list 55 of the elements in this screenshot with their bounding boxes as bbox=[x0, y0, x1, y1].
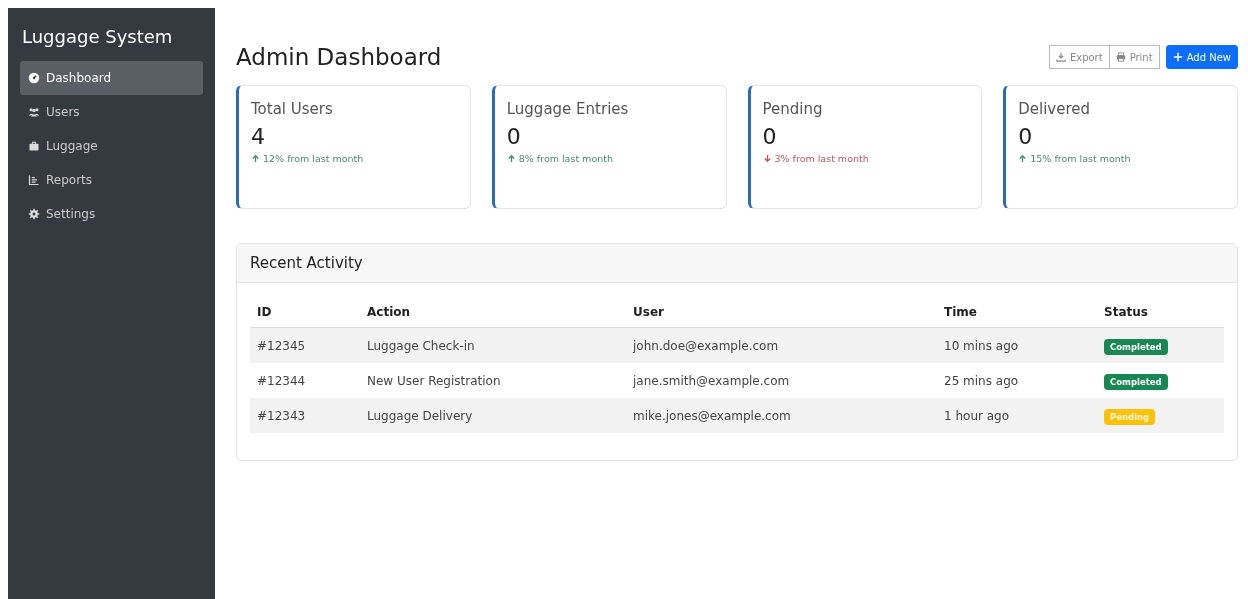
table-cell: Luggage Check-in bbox=[360, 327, 626, 363]
sidebar-item[interactable]: Reports bbox=[20, 163, 203, 197]
status-badge: Completed bbox=[1104, 373, 1168, 390]
table-cell: 1 hour ago bbox=[937, 398, 1097, 433]
stat-value: 0 bbox=[506, 124, 522, 149]
stat-label: Total Users bbox=[251, 100, 334, 118]
download-icon bbox=[1055, 52, 1066, 62]
sidebar-item[interactable]: Dashboard bbox=[20, 61, 203, 95]
table-cell: 10 mins ago bbox=[937, 327, 1097, 363]
gear-icon bbox=[28, 208, 40, 220]
column-header: ID bbox=[250, 297, 360, 328]
stat-value: 0 bbox=[762, 124, 778, 149]
stat-value: 0 bbox=[1018, 124, 1034, 149]
table-cell: #12344 bbox=[250, 363, 360, 398]
stat-label: Luggage Entries bbox=[506, 100, 630, 118]
arrow-up-icon bbox=[251, 154, 260, 163]
stat-value: 4 bbox=[251, 124, 266, 149]
table-cell: john.doe@example.com bbox=[626, 327, 937, 363]
table-cell: #12345 bbox=[250, 327, 360, 363]
page-title: Admin Dashboard bbox=[236, 44, 442, 70]
arrow-up-icon bbox=[506, 154, 516, 163]
column-header: User bbox=[626, 297, 937, 328]
change-text: 8% from last month bbox=[518, 153, 613, 164]
table-cell: 25 mins ago bbox=[937, 363, 1097, 398]
change-text: 15% from last month bbox=[1030, 153, 1131, 164]
arrow-down-icon bbox=[762, 154, 772, 163]
status-badge: Pending bbox=[1104, 408, 1156, 425]
column-header: Action bbox=[360, 297, 626, 328]
change-text: 12% from last month bbox=[263, 153, 364, 164]
suitcase-icon bbox=[28, 140, 40, 152]
toolbar-button[interactable]: Export bbox=[1048, 45, 1110, 69]
column-header: Status bbox=[1097, 297, 1224, 328]
table-cell: Luggage Delivery bbox=[360, 398, 626, 433]
arrow-up-icon bbox=[1018, 154, 1028, 163]
sidebar-item[interactable]: Settings bbox=[20, 197, 203, 231]
panel-title: Recent Activity bbox=[250, 254, 363, 272]
change-text: 3% from last month bbox=[774, 153, 869, 164]
table-cell: mike.jones@example.com bbox=[626, 398, 937, 433]
stat-label: Delivered bbox=[1018, 100, 1092, 118]
gauge-icon bbox=[28, 72, 40, 84]
toolbar-button[interactable]: Add New bbox=[1165, 45, 1238, 69]
sidebar-item[interactable]: Users bbox=[20, 95, 203, 129]
stat-label: Pending bbox=[762, 100, 824, 118]
chart-icon bbox=[28, 174, 40, 186]
sidebar-item[interactable]: Luggage bbox=[20, 129, 203, 163]
table-cell: jane.smith@example.com bbox=[626, 363, 937, 398]
users-icon bbox=[28, 106, 40, 118]
printer-icon bbox=[1115, 52, 1126, 62]
sidebar-title: Luggage System bbox=[22, 26, 174, 47]
table-cell: New User Registration bbox=[360, 363, 626, 398]
table-cell: #12343 bbox=[250, 398, 360, 433]
status-badge: Completed bbox=[1104, 338, 1168, 355]
column-header: Time bbox=[937, 297, 1097, 328]
toolbar-button[interactable]: Print bbox=[1109, 45, 1160, 69]
plus-icon bbox=[1172, 52, 1183, 62]
